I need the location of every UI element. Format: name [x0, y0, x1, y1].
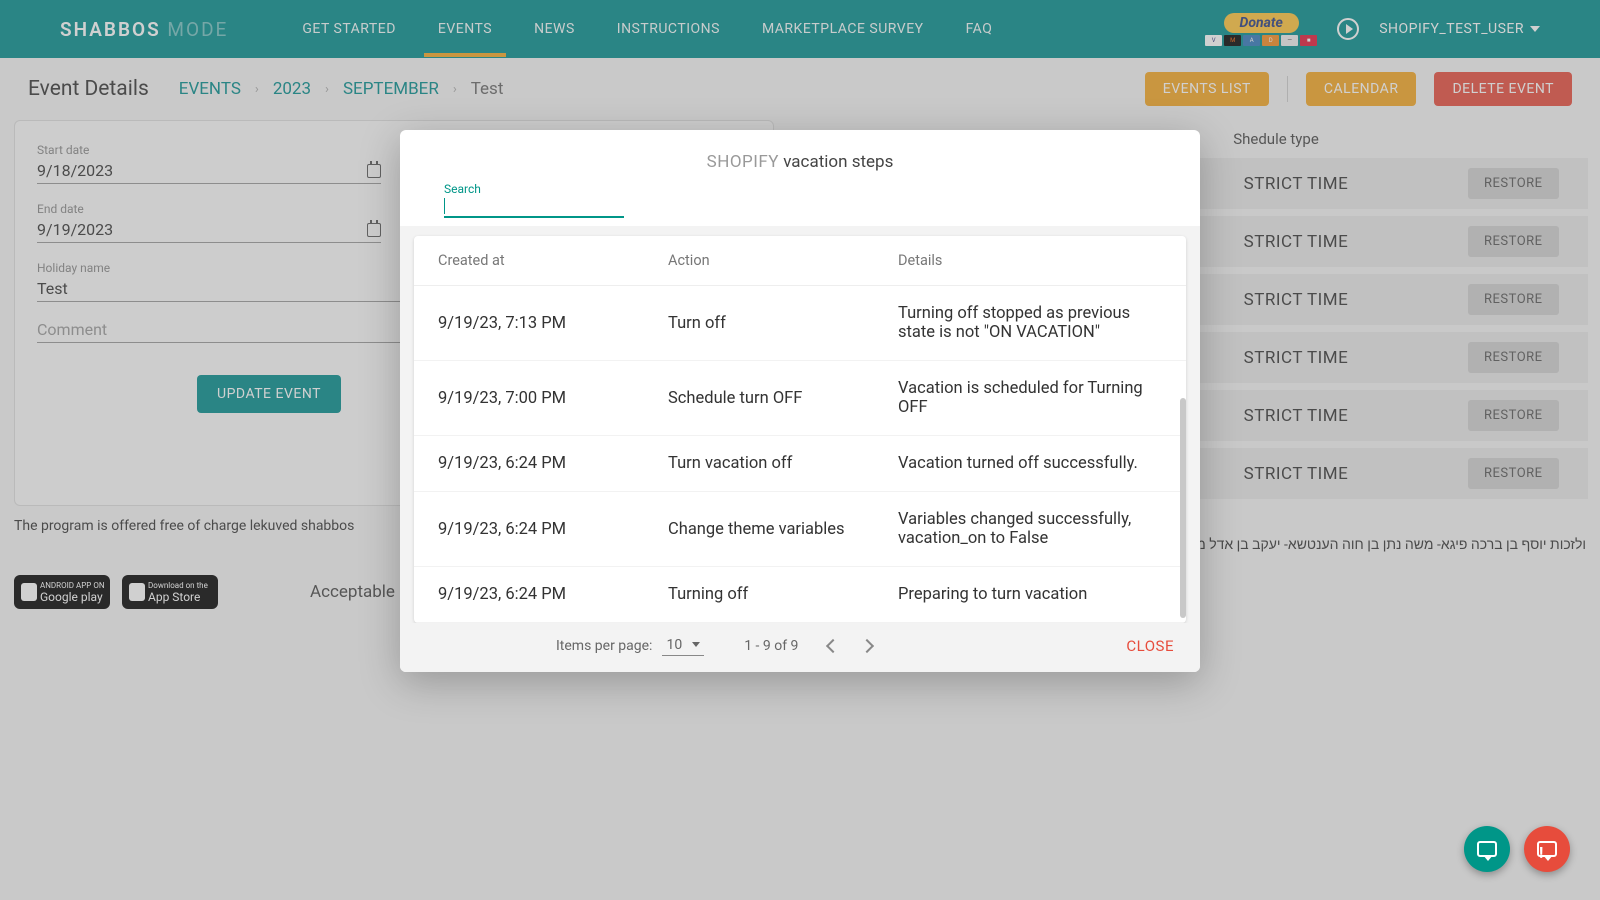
- col-details: Details: [898, 252, 1162, 269]
- log-row: 9/19/23, 7:13 PMTurn offTurning off stop…: [414, 286, 1186, 361]
- log-row: 9/19/23, 6:24 PMTurning offPreparing to …: [414, 567, 1186, 623]
- log-row: 9/19/23, 6:24 PMTurn vacation offVacatio…: [414, 436, 1186, 492]
- feedback-fab[interactable]: [1524, 826, 1570, 872]
- prev-page-icon[interactable]: [826, 638, 840, 652]
- next-page-icon[interactable]: [860, 638, 874, 652]
- vacation-steps-modal: SHOPIFY vacation steps Search Created at…: [400, 130, 1200, 672]
- col-action: Action: [668, 252, 898, 269]
- scrollbar[interactable]: [1180, 398, 1186, 618]
- col-created-at: Created at: [438, 252, 668, 269]
- chat-icon: [1477, 841, 1497, 857]
- search-input[interactable]: [444, 196, 624, 218]
- chat-fab[interactable]: [1464, 826, 1510, 872]
- modal-rows[interactable]: 9/19/23, 7:13 PMTurn offTurning off stop…: [414, 286, 1186, 623]
- search-label: Search: [444, 182, 624, 196]
- close-button[interactable]: CLOSE: [1126, 637, 1174, 655]
- log-row: 9/19/23, 6:24 PMChange theme variablesVa…: [414, 492, 1186, 567]
- modal-title: SHOPIFY vacation steps: [430, 152, 1170, 172]
- items-per-page-select[interactable]: 10: [662, 635, 704, 656]
- log-row: 9/19/23, 7:00 PMSchedule turn OFFVacatio…: [414, 361, 1186, 436]
- feedback-icon: [1537, 841, 1557, 857]
- items-per-page-label: Items per page:: [556, 638, 652, 654]
- page-range: 1 - 9 of 9: [744, 638, 798, 654]
